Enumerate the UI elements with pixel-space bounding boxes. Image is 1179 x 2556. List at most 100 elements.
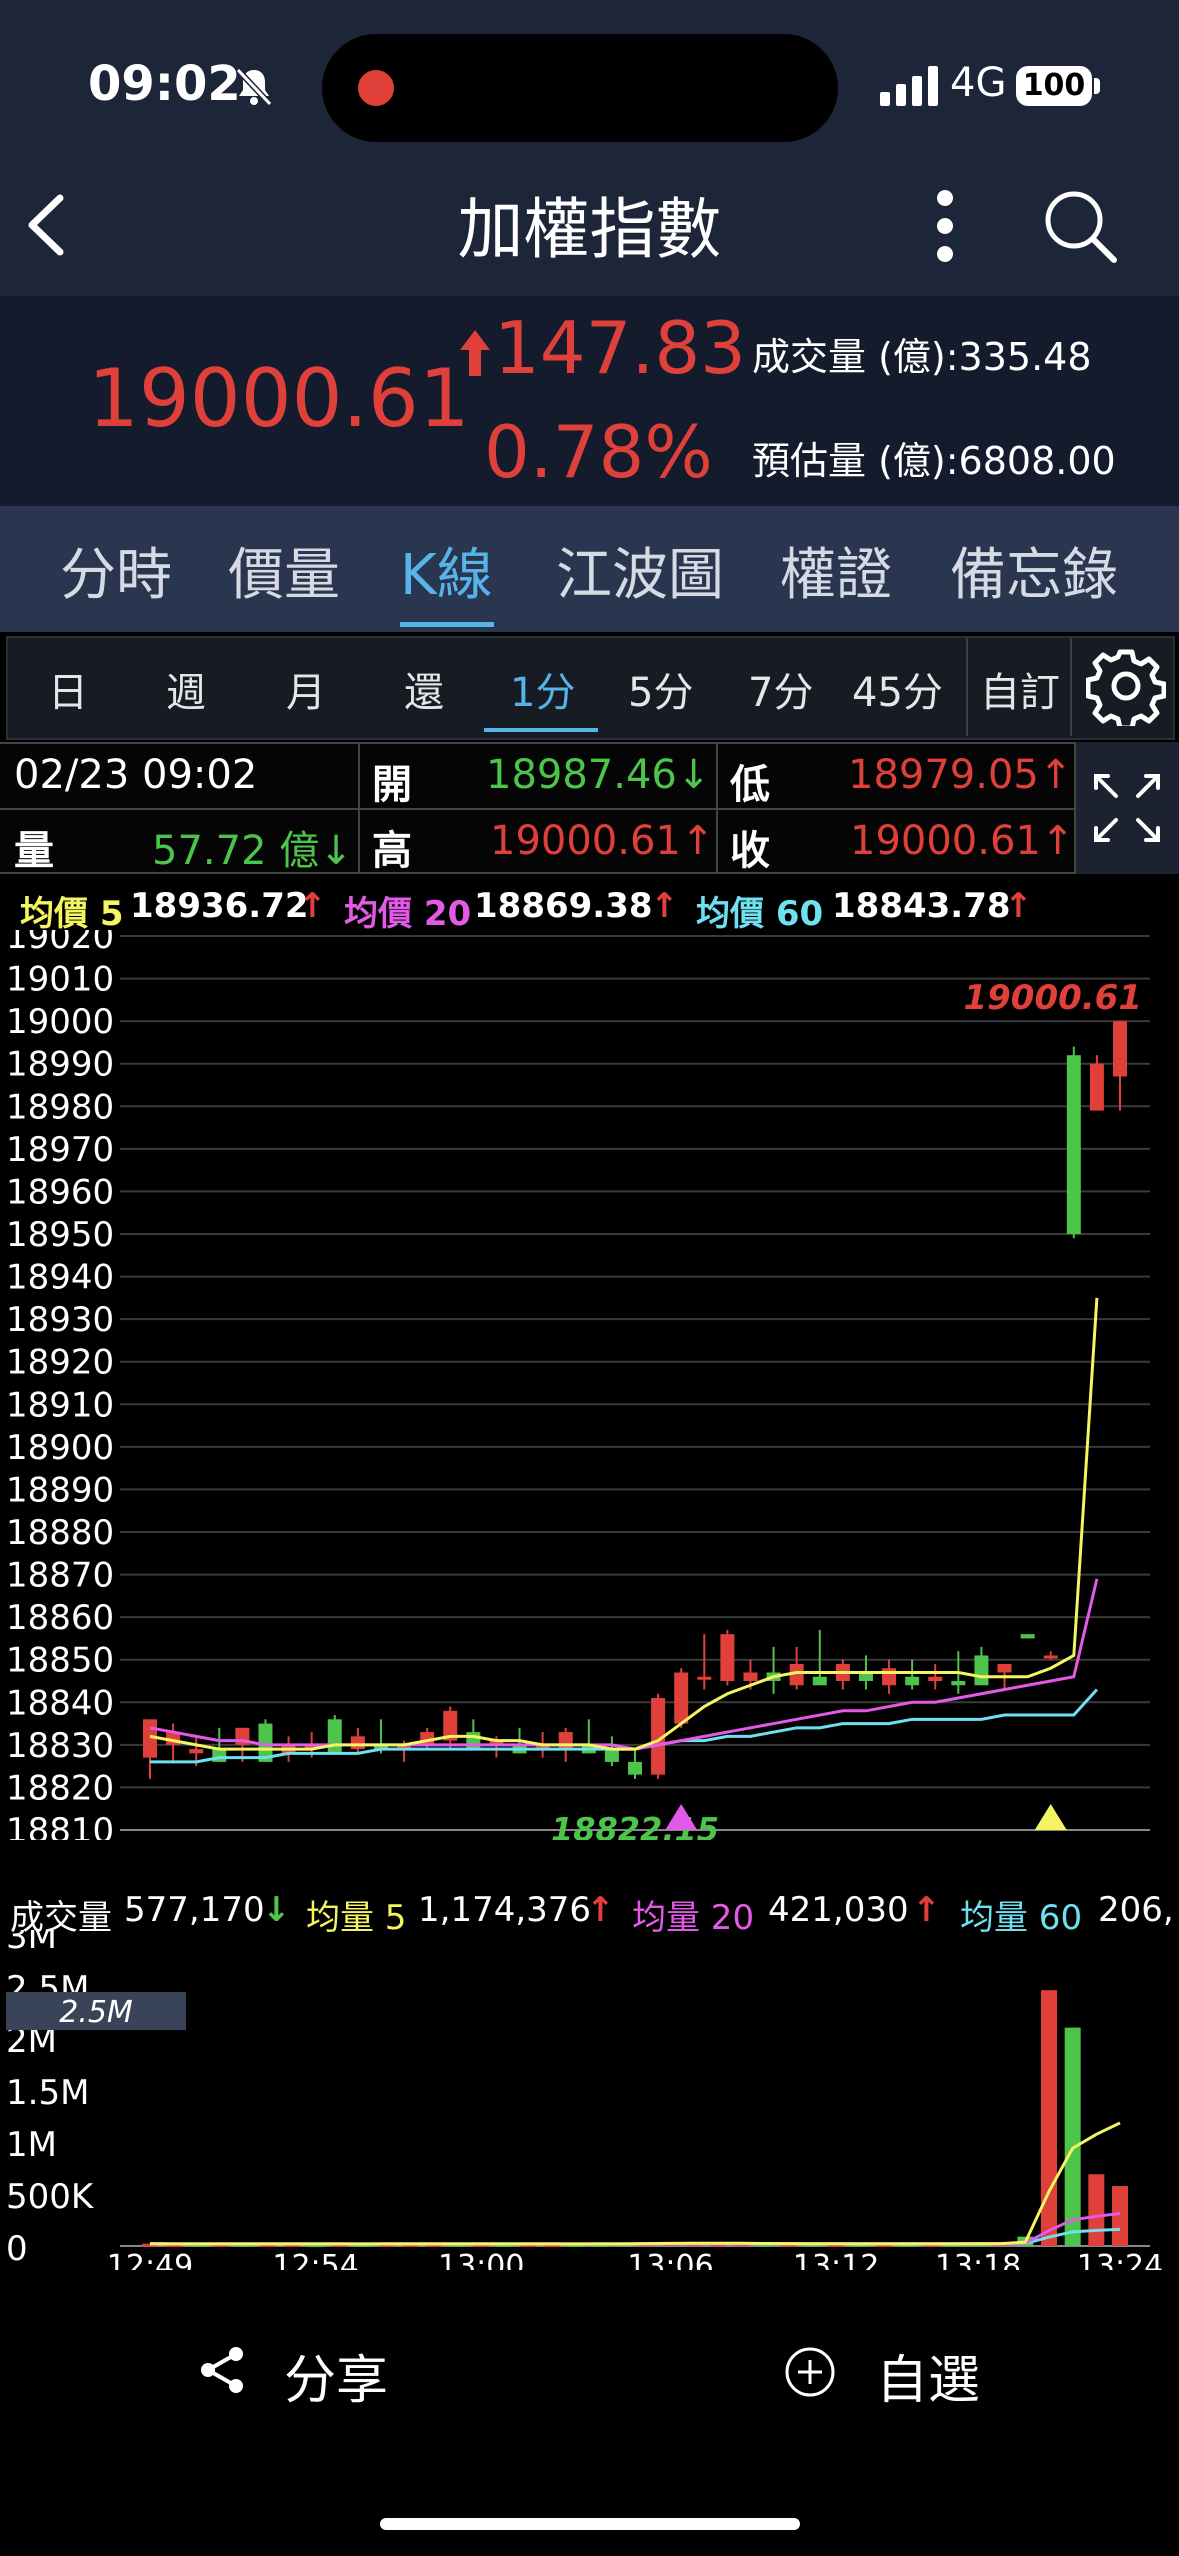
y-tick-label: 18910 bbox=[6, 1385, 114, 1425]
candle bbox=[327, 1719, 342, 1754]
ma5-label: 均價 5 bbox=[20, 894, 124, 934]
period-month[interactable]: 月 bbox=[286, 660, 326, 718]
ma20-line bbox=[149, 1578, 1099, 1751]
ma20-value: 18869.38 bbox=[474, 886, 653, 926]
tab-memo[interactable]: 備忘錄 bbox=[950, 530, 1118, 611]
price-change: 147.83 bbox=[494, 306, 746, 390]
volume-value: 57.72 億↓ bbox=[152, 828, 353, 874]
vol-ma20-line bbox=[149, 2211, 1121, 2246]
last-price-label: 19000.61 bbox=[963, 978, 1142, 1018]
watchlist-button[interactable]: 自選 bbox=[876, 2338, 980, 2413]
ma60-arrow: ↑ bbox=[1004, 886, 1033, 926]
volume-bar bbox=[1041, 1990, 1058, 2246]
candle bbox=[674, 1672, 689, 1724]
candle bbox=[951, 1681, 966, 1686]
v60-value: 206, bbox=[1098, 1890, 1174, 1930]
volume-bar bbox=[1064, 2027, 1081, 2246]
ma5-value: 18936.72 bbox=[130, 886, 309, 926]
ma60-value: 18843.78 bbox=[832, 886, 1011, 926]
candle bbox=[697, 1676, 712, 1680]
battery-tip bbox=[1094, 78, 1100, 94]
y-tick-label: 18840 bbox=[6, 1683, 114, 1723]
x-tick-label: 12:49 bbox=[107, 2249, 193, 2270]
home-indicator bbox=[380, 2518, 800, 2530]
tab-price-volume[interactable]: 價量 bbox=[228, 530, 340, 611]
y-tick-label: 3M bbox=[6, 1930, 57, 1957]
candle bbox=[1113, 1021, 1127, 1077]
fullscreen-button[interactable] bbox=[1076, 742, 1179, 874]
active-period-indicator bbox=[484, 728, 598, 732]
candle bbox=[1066, 1055, 1081, 1234]
grid-line bbox=[0, 808, 1076, 810]
candle bbox=[1089, 1063, 1104, 1111]
last-price: 19000.61 bbox=[88, 352, 470, 445]
turnover-volume: 成交量 (億):335.48 bbox=[752, 335, 1092, 379]
tab-intraday[interactable]: 分時 bbox=[60, 530, 172, 611]
period-1min[interactable]: 1分 bbox=[510, 660, 575, 718]
ma20-label: 均價 20 bbox=[344, 894, 472, 934]
close-value: 19000.61↑ bbox=[850, 818, 1075, 864]
watchlist-label: 自選 bbox=[876, 2351, 981, 2411]
period-5min[interactable]: 5分 bbox=[628, 660, 693, 718]
v20-arrow: ↑ bbox=[912, 1890, 941, 1930]
add-watchlist-icon[interactable] bbox=[784, 2346, 836, 2402]
y-tick-label: 18890 bbox=[6, 1470, 114, 1510]
y-tick-label: 1M bbox=[6, 2125, 57, 2165]
divider bbox=[1070, 638, 1072, 736]
y-tick-label: 19000 bbox=[6, 1002, 114, 1042]
y-tick-label: 18810 bbox=[6, 1811, 114, 1840]
period-restored[interactable]: 還 bbox=[404, 660, 444, 718]
x-tick-label: 13:00 bbox=[438, 2249, 524, 2270]
candle bbox=[928, 1676, 943, 1681]
y-tick-label: 18920 bbox=[6, 1343, 114, 1383]
ma20-arrow: ↑ bbox=[650, 886, 679, 926]
open-value: 18987.46↓ bbox=[486, 752, 711, 798]
y-tick-label: 18860 bbox=[6, 1598, 114, 1638]
divider bbox=[966, 638, 968, 736]
active-tab-indicator bbox=[400, 622, 494, 627]
ma5-arrow: ↑ bbox=[298, 886, 327, 926]
candlestick-chart[interactable]: 19020 19010190001899018980189701896018950… bbox=[0, 930, 1179, 1840]
grid-line bbox=[358, 742, 360, 874]
expand-icon bbox=[1094, 774, 1160, 842]
candle bbox=[189, 1749, 204, 1754]
volume-chart[interactable]: 3M2.5M2M1.5M1M500K02.5M12:49 12:54 13:00 13… bbox=[0, 1930, 1179, 2270]
volume-label: 量 bbox=[14, 828, 54, 874]
tab-chiang-po-chart[interactable]: 江波圖 bbox=[556, 530, 724, 611]
high-value: 19000.61↑ bbox=[490, 818, 715, 864]
vol-arrow: ↓ bbox=[262, 1890, 291, 1930]
tab-kline[interactable]: K線 bbox=[400, 530, 493, 611]
grid-line bbox=[0, 742, 1076, 744]
share-button[interactable]: 分享 bbox=[284, 2338, 388, 2413]
candle bbox=[882, 1668, 897, 1686]
open-label: 開 bbox=[372, 762, 412, 808]
candle bbox=[812, 1676, 827, 1686]
share-icon[interactable] bbox=[196, 2344, 248, 2400]
up-arrow-icon bbox=[460, 330, 490, 380]
y-tick-label: 18980 bbox=[6, 1087, 114, 1127]
close-label: 收 bbox=[730, 828, 770, 874]
y-tick-label: 0 bbox=[6, 2229, 28, 2269]
more-menu-button[interactable] bbox=[930, 186, 960, 270]
y-tick-label: 18940 bbox=[6, 1258, 114, 1298]
search-icon[interactable] bbox=[1040, 186, 1120, 270]
v20-value: 421,030 bbox=[768, 1890, 909, 1930]
candle bbox=[466, 1732, 481, 1750]
period-week[interactable]: 週 bbox=[166, 660, 206, 718]
y-tick-label: 18880 bbox=[6, 1513, 114, 1553]
tab-warrants[interactable]: 權證 bbox=[780, 530, 892, 611]
period-custom[interactable]: 自訂 bbox=[980, 660, 1060, 718]
candle bbox=[350, 1736, 365, 1750]
volume-bar bbox=[1088, 2174, 1105, 2246]
candle bbox=[720, 1634, 735, 1681]
period-day[interactable]: 日 bbox=[48, 660, 88, 718]
share-label: 分享 bbox=[284, 2351, 389, 2411]
y-tick-label: 19010 bbox=[6, 960, 114, 1000]
x-tick-label: 12:54 bbox=[272, 2249, 358, 2270]
gear-icon[interactable] bbox=[1085, 646, 1167, 731]
network-type: 4G bbox=[950, 60, 1007, 106]
period-7min[interactable]: 7分 bbox=[748, 660, 813, 718]
period-45min[interactable]: 45分 bbox=[852, 660, 943, 718]
y-tick-label: 1.5M bbox=[6, 2073, 89, 2113]
candle bbox=[1043, 1655, 1058, 1659]
